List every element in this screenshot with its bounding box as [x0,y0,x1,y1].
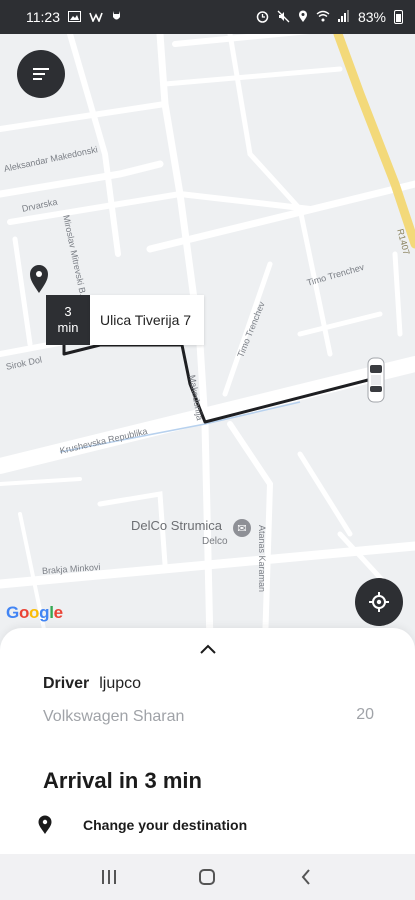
google-logo-letter: o [29,603,40,622]
street-label-atanas: Atanas Karaman [257,525,267,593]
pickup-pin-icon[interactable] [28,264,50,294]
alarm-icon [256,10,269,25]
car-icon [366,356,386,404]
change-destination-button[interactable]: Change your destination [37,815,247,835]
home-icon[interactable] [192,862,222,892]
eta-unit: min [57,320,79,335]
ride-info-sheet: Driver ljupco Volkswagen Sharan 20 Arriv… [0,628,415,854]
mail-icon[interactable]: ✉ [233,519,251,537]
image-icon [68,10,81,24]
menu-icon [33,68,49,80]
google-logo-letter: e [53,603,63,622]
driver-label: Driver [43,675,90,692]
address-text: Ulica Tiverija 7 [100,312,192,328]
map[interactable]: Aleksandar Makedonski Drvarska Miroslav … [0,34,415,644]
menu-button[interactable] [17,50,65,98]
crosshair-icon [369,592,389,612]
system-nav-bar [0,854,415,900]
back-icon[interactable] [291,862,321,892]
recents-icon[interactable] [94,862,124,892]
driver-name: ljupco [99,675,142,692]
change-destination-label: Change your destination [83,817,248,833]
mute-icon [277,10,290,25]
car-plate: 20 [356,706,374,723]
eta-value: 3 [64,303,72,319]
status-bar: 11:23 83% [0,0,415,34]
driver-row: Driver ljupco [43,675,141,693]
google-logo: Google [6,603,63,623]
my-location-button[interactable] [355,578,403,626]
chevron-up-icon[interactable] [198,642,218,656]
clock: 11:23 [26,9,60,25]
wifi-icon [316,10,330,24]
w-app-icon [89,11,103,24]
google-logo-letter: G [6,603,19,622]
status-left: 11:23 [26,9,122,25]
google-logo-letter: g [39,603,50,622]
location-icon [298,10,308,25]
poi-sub: Delco [202,536,228,547]
battery-icon [394,10,403,24]
status-right: 83% [256,9,403,25]
arrival-time: Arrival in 3 min [43,768,202,793]
cat-app-icon [111,10,122,24]
signal-icon [337,10,350,24]
google-logo-letter: o [18,603,30,622]
poi-name[interactable]: DelCo Strumica [131,518,222,533]
destination-address[interactable]: Ulica Tiverija 7 [90,295,204,345]
location-pin-icon [38,815,52,834]
car-model: Volkswagen Sharan [43,708,185,725]
eta-badge: 3 min [46,295,90,345]
google-logo-text: Google [6,603,63,623]
battery-percent: 83% [357,9,386,25]
